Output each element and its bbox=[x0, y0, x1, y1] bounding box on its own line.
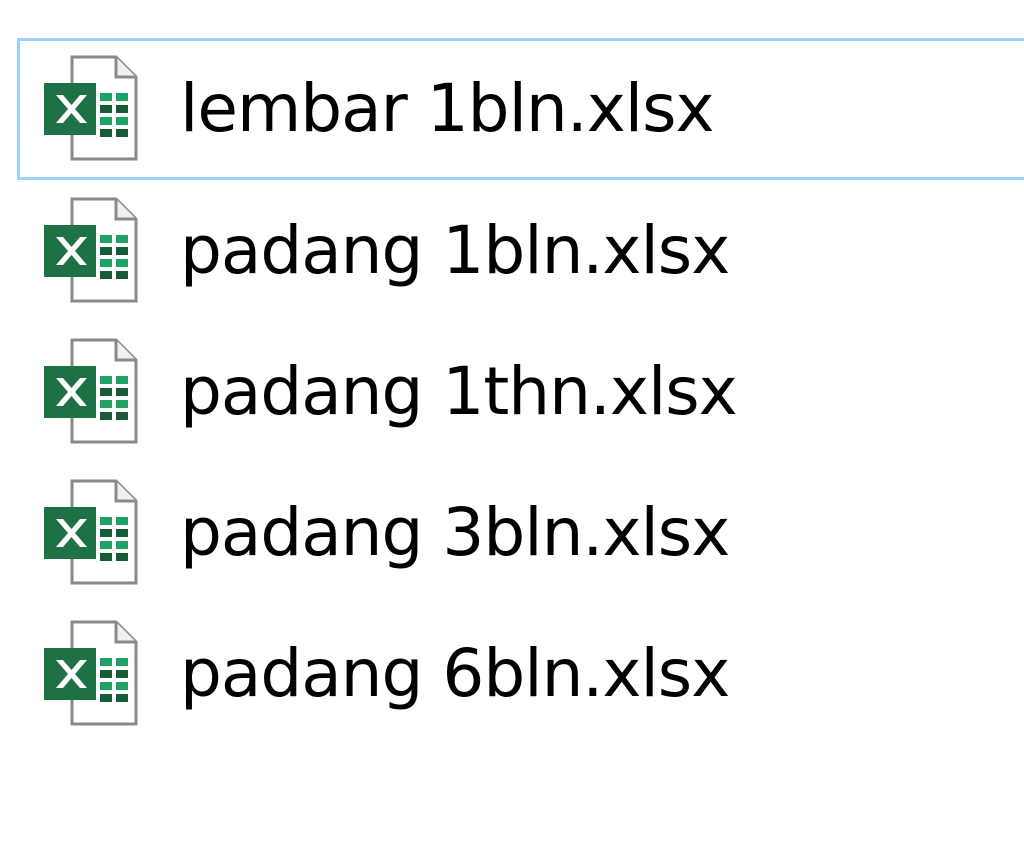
excel-file-icon bbox=[42, 620, 138, 726]
file-item-padang-1thn[interactable]: padang 1thn.xlsx bbox=[17, 321, 1024, 463]
file-name: padang 6bln.xlsx bbox=[180, 635, 730, 712]
file-item-padang-3bln[interactable]: padang 3bln.xlsx bbox=[17, 462, 1024, 604]
file-name: padang 3bln.xlsx bbox=[180, 494, 730, 571]
excel-file-icon bbox=[42, 197, 138, 303]
excel-file-icon bbox=[42, 479, 138, 585]
file-name: lembar 1bln.xlsx bbox=[180, 70, 715, 147]
file-list: lembar 1bln.xlsx padang 1bln.xlsx padang… bbox=[0, 0, 1024, 841]
file-name: padang 1bln.xlsx bbox=[180, 212, 730, 289]
file-item-padang-1bln[interactable]: padang 1bln.xlsx bbox=[17, 180, 1024, 322]
file-item-padang-6bln[interactable]: padang 6bln.xlsx bbox=[17, 603, 1024, 745]
file-name: padang 1thn.xlsx bbox=[180, 353, 738, 430]
excel-file-icon bbox=[42, 55, 138, 161]
file-item-lembar-1bln[interactable]: lembar 1bln.xlsx bbox=[17, 38, 1024, 180]
excel-file-icon bbox=[42, 338, 138, 444]
